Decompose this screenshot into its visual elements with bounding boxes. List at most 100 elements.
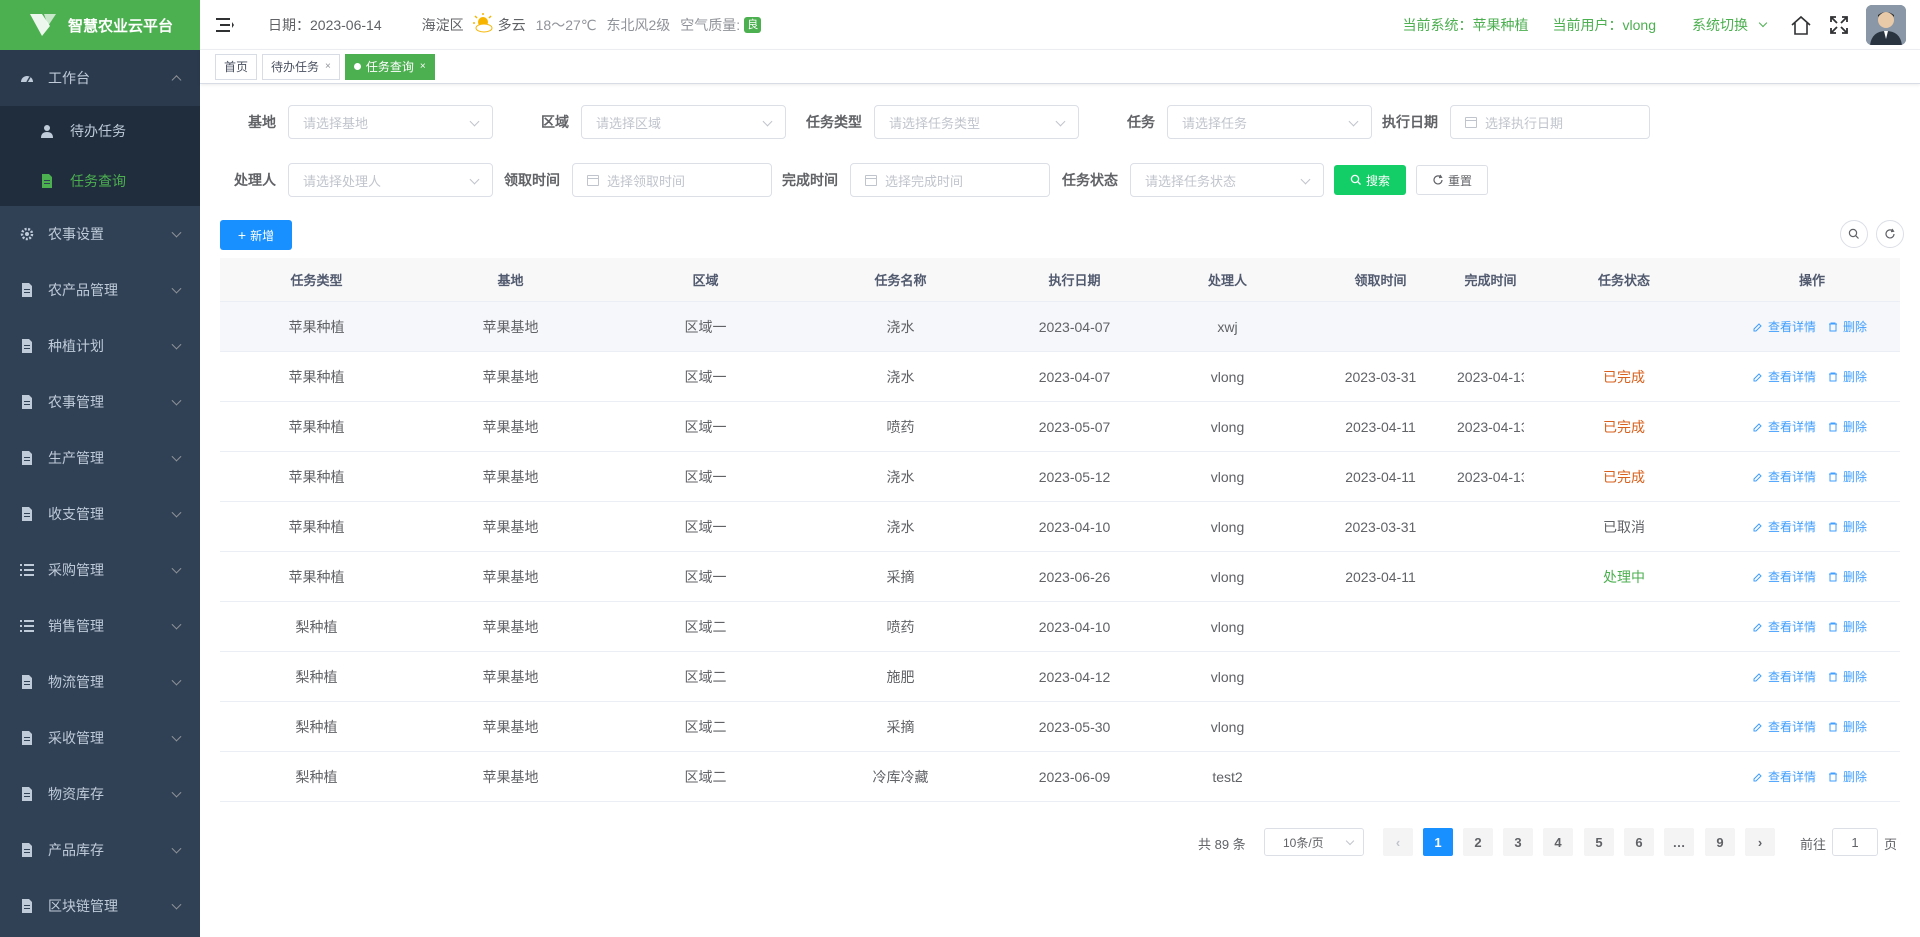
cell-handler: vlong: [1210, 368, 1245, 385]
table-body: 苹果种植 苹果基地 区域一 浇水 2023-04-07 xwj 查看详情 删除 苹果种植 苹果基地…: [220, 302, 1900, 802]
refresh-table-button[interactable]: [1876, 220, 1904, 248]
delete-link[interactable]: 删除: [1828, 768, 1871, 785]
page-button[interactable]: 3: [1503, 828, 1533, 856]
calendar-icon: [587, 174, 599, 186]
sidebar-item-3[interactable]: 种植计划: [0, 318, 200, 374]
sidebar-subitem-1[interactable]: 任务查询: [0, 156, 200, 206]
table-row[interactable]: 梨种植 苹果基地 区域二 喷药 2023-04-10 vlong 查看详情 删除: [220, 602, 1900, 652]
delete-link[interactable]: 删除: [1828, 518, 1871, 535]
cell-type: 梨种植: [295, 618, 338, 635]
table-row[interactable]: 梨种植 苹果基地 区域二 冷库冷藏 2023-06-09 test2 查看详情 删除: [220, 752, 1900, 802]
wind: 东北风2级: [606, 16, 671, 33]
table-row[interactable]: 苹果种植 苹果基地 区域一 喷药 2023-05-07 vlong 2023-04-11 20…: [220, 402, 1900, 452]
sidebar-item-11[interactable]: 物资库存: [0, 766, 200, 822]
tag-2[interactable]: 任务查询 ×: [344, 53, 435, 80]
close-icon[interactable]: ×: [420, 61, 426, 72]
row-actions: 查看详情 删除: [1724, 718, 1900, 735]
handler-select[interactable]: 请选择处理人: [288, 163, 493, 197]
sidebar-item-9[interactable]: 物流管理: [0, 654, 200, 710]
chevron-down-icon: [1345, 836, 1355, 846]
delete-link[interactable]: 删除: [1828, 618, 1871, 635]
finish-picker[interactable]: 选择完成时间: [850, 163, 1050, 197]
page-button[interactable]: 5: [1584, 828, 1614, 856]
sidebar-item-label: 物资库存: [48, 786, 104, 802]
cell-exec: 2023-04-10: [1038, 518, 1111, 535]
delete-link[interactable]: 删除: [1828, 468, 1871, 485]
district: 海淀区: [421, 16, 464, 33]
view-detail-link[interactable]: 查看详情: [1753, 668, 1820, 685]
current-date: 日期：2023-06-14: [268, 16, 382, 33]
view-detail-link[interactable]: 查看详情: [1753, 518, 1820, 535]
view-detail-link[interactable]: 查看详情: [1753, 418, 1820, 435]
view-detail-link[interactable]: 查看详情: [1753, 318, 1820, 335]
goto-page-input[interactable]: 1: [1832, 828, 1878, 856]
area-select[interactable]: 请选择区域: [581, 105, 786, 139]
reset-button[interactable]: 重置: [1416, 165, 1488, 195]
receive-picker[interactable]: 选择领取时间: [572, 163, 772, 197]
search-button-label: 搜索: [1365, 173, 1390, 188]
tag-0[interactable]: 首页: [215, 53, 258, 80]
table-row[interactable]: 苹果种植 苹果基地 区域一 浇水 2023-05-12 vlong 2023-04-11 20…: [220, 452, 1900, 502]
delete-link[interactable]: 删除: [1828, 668, 1871, 685]
view-detail-link[interactable]: 查看详情: [1753, 468, 1820, 485]
close-icon[interactable]: ×: [325, 61, 331, 72]
menu-toggle-icon[interactable]: [216, 17, 234, 33]
sidebar-item-12[interactable]: 产品库存: [0, 822, 200, 878]
sidebar-item-2[interactable]: 农产品管理: [0, 262, 200, 318]
page-button[interactable]: 6: [1624, 828, 1654, 856]
document-icon: [20, 339, 34, 353]
view-detail-label: 查看详情: [1767, 420, 1816, 434]
list-icon: [20, 619, 34, 633]
app-logo[interactable]: 智慧农业云平台: [0, 0, 200, 50]
table-row[interactable]: 苹果种植 苹果基地 区域一 浇水 2023-04-10 vlong 2023-03-31 已取…: [220, 502, 1900, 552]
task-select[interactable]: 请选择任务: [1167, 105, 1372, 139]
delete-label: 删除: [1843, 570, 1868, 584]
delete-link[interactable]: 删除: [1828, 418, 1871, 435]
base-select[interactable]: 请选择基地: [288, 105, 493, 139]
sidebar-item-7[interactable]: 采购管理: [0, 542, 200, 598]
fullscreen-icon[interactable]: [1828, 14, 1850, 36]
tag-1[interactable]: 待办任务 ×: [262, 53, 340, 80]
page-ellipsis[interactable]: …: [1664, 828, 1694, 856]
user-avatar[interactable]: [1866, 5, 1906, 45]
table-row[interactable]: 苹果种植 苹果基地 区域一 浇水 2023-04-07 vlong 2023-03-31 20…: [220, 352, 1900, 402]
delete-link[interactable]: 删除: [1828, 368, 1871, 385]
page-button[interactable]: 1: [1423, 828, 1453, 856]
view-detail-link[interactable]: 查看详情: [1753, 768, 1820, 785]
add-button[interactable]: + 新增: [220, 220, 292, 250]
table-row[interactable]: 梨种植 苹果基地 区域二 施肥 2023-04-12 vlong 查看详情 删除: [220, 652, 1900, 702]
prev-page-button[interactable]: ‹: [1383, 828, 1413, 856]
system-switch-dropdown[interactable]: 系统切换: [1692, 15, 1768, 35]
page-button[interactable]: 4: [1543, 828, 1573, 856]
execdate-picker[interactable]: 选择执行日期: [1450, 105, 1650, 139]
delete-link[interactable]: 删除: [1828, 568, 1871, 585]
view-detail-link[interactable]: 查看详情: [1753, 718, 1820, 735]
toggle-search-button[interactable]: [1840, 220, 1868, 248]
sidebar-item-4[interactable]: 农事管理: [0, 374, 200, 430]
sidebar-item-6[interactable]: 收支管理: [0, 486, 200, 542]
view-detail-link[interactable]: 查看详情: [1753, 368, 1820, 385]
search-button[interactable]: 搜索: [1334, 165, 1406, 195]
table-row[interactable]: 梨种植 苹果基地 区域二 采摘 2023-05-30 vlong 查看详情 删除: [220, 702, 1900, 752]
delete-link[interactable]: 删除: [1828, 318, 1871, 335]
sidebar-item-10[interactable]: 采收管理: [0, 710, 200, 766]
sidebar-item-5[interactable]: 生产管理: [0, 430, 200, 486]
status-select[interactable]: 请选择任务状态: [1130, 163, 1324, 197]
sidebar-item-label: 种植计划: [48, 338, 104, 354]
table-row[interactable]: 苹果种植 苹果基地 区域一 浇水 2023-04-07 xwj 查看详情 删除: [220, 302, 1900, 352]
page-button[interactable]: 2: [1463, 828, 1493, 856]
next-page-button[interactable]: ›: [1745, 828, 1775, 856]
view-detail-link[interactable]: 查看详情: [1753, 618, 1820, 635]
tasktype-select[interactable]: 请选择任务类型: [874, 105, 1079, 139]
table-row[interactable]: 苹果种植 苹果基地 区域一 采摘 2023-06-26 vlong 2023-04-11 处理…: [220, 552, 1900, 602]
page-size-select[interactable]: 10条/页: [1264, 828, 1364, 856]
sidebar-item-1[interactable]: 农事设置: [0, 206, 200, 262]
sidebar-item-0[interactable]: 工作台: [0, 50, 200, 106]
home-icon[interactable]: [1790, 14, 1812, 36]
sidebar-subitem-0[interactable]: 待办任务: [0, 106, 200, 156]
sidebar-item-8[interactable]: 销售管理: [0, 598, 200, 654]
sidebar-item-13[interactable]: 区块链管理: [0, 878, 200, 934]
delete-link[interactable]: 删除: [1828, 718, 1871, 735]
view-detail-link[interactable]: 查看详情: [1753, 568, 1820, 585]
page-button[interactable]: 9: [1705, 828, 1735, 856]
